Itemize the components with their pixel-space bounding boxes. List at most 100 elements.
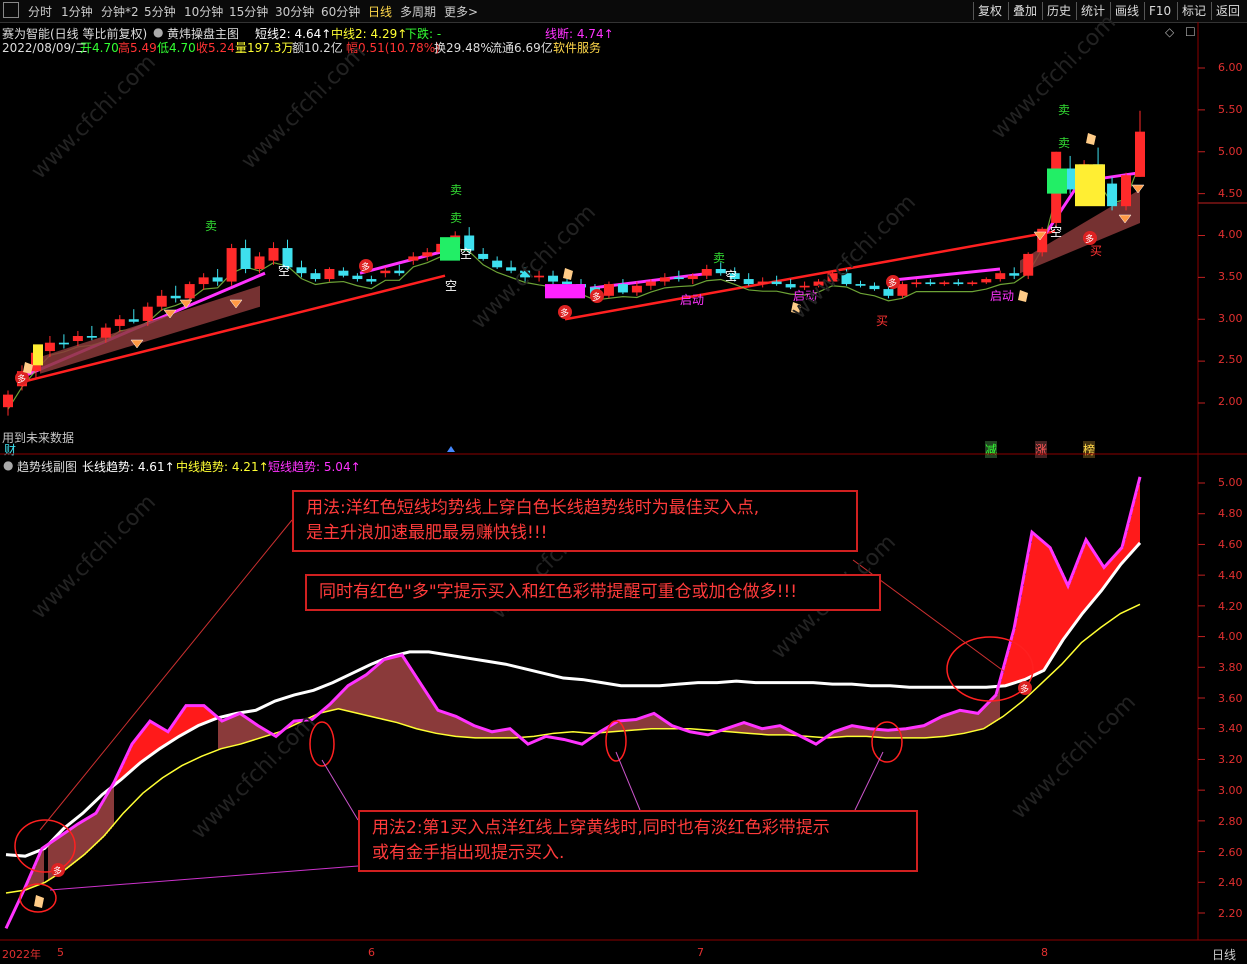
bull-band-fill <box>1042 540 1044 672</box>
light-band-fill <box>48 844 50 881</box>
light-band-fill <box>928 723 930 738</box>
candle-body <box>492 260 503 268</box>
light-band-fill <box>910 728 912 738</box>
chart-signal-label: 买 <box>1090 244 1102 258</box>
annotation-2-text: 同时有红色"多"字提示买入和红色彩带提醒可重仓或加仓做多!!! <box>319 582 798 602</box>
bull-band-fill <box>196 705 198 727</box>
light-band-fill <box>418 679 420 730</box>
bull-band-fill <box>1096 555 1098 598</box>
chart-signal-label: 卖 <box>1058 136 1070 150</box>
light-band-fill <box>962 710 964 734</box>
light-band-fill <box>628 720 630 731</box>
light-band-fill <box>916 727 918 738</box>
chart-signal-label: 卖 <box>1058 103 1070 117</box>
bull-band-fill <box>1014 628 1016 683</box>
annotation-box-3: 用法2:第1买入点洋红线上穿黄线时,同时也有淡红色彩带提示 或有金手指出现提示买… <box>358 810 918 872</box>
pointer-line <box>49 865 359 891</box>
light-band-fill <box>220 719 222 750</box>
candle-body <box>771 281 782 285</box>
candle-body <box>296 267 307 274</box>
light-band-fill <box>934 720 936 738</box>
candle-body <box>659 277 670 282</box>
bull-band-fill <box>1064 577 1066 639</box>
light-band-fill <box>108 792 110 832</box>
candle-body <box>953 282 964 285</box>
bull-band-fill <box>1008 650 1010 685</box>
light-band-fill <box>402 655 404 725</box>
candle-body <box>617 284 628 293</box>
light-band-fill <box>990 701 992 725</box>
light-band-fill <box>382 661 384 720</box>
annotation-box-1: 用法:洋红色短线均势线上穿白色长线趋势线时为最佳买入点, 是主升浪加速最肥最易赚… <box>292 490 858 552</box>
candle-body <box>324 269 335 280</box>
light-band-fill <box>50 843 52 880</box>
bull-band-fill <box>180 714 182 736</box>
light-band-fill <box>358 679 360 714</box>
bull-band-fill <box>198 705 200 726</box>
candle-body <box>408 256 419 261</box>
light-band-fill <box>936 719 938 738</box>
candle-body <box>939 282 950 285</box>
bull-band-fill <box>144 728 146 761</box>
chart-signal-label: 启动 <box>680 293 704 307</box>
highlight-circle <box>871 721 903 763</box>
light-band-fill <box>72 828 74 865</box>
light-band-fill <box>636 719 638 730</box>
candle-body <box>869 285 880 290</box>
bull-band-fill <box>1060 568 1062 645</box>
candle-body <box>548 275 559 282</box>
candle-body <box>184 284 195 299</box>
duo-marker-label: 多 <box>1085 233 1094 245</box>
light-band-fill <box>632 719 634 731</box>
candle-body <box>995 273 1006 280</box>
chart-signal-label: 空 <box>445 279 457 293</box>
bull-band-fill <box>1090 545 1092 605</box>
bull-band-fill <box>1010 643 1012 685</box>
light-band-fill <box>648 715 650 729</box>
light-band-fill <box>348 685 350 712</box>
light-band-fill <box>626 720 628 731</box>
light-band-fill <box>926 724 928 738</box>
bull-band-fill <box>1040 538 1042 673</box>
chart-signal-label: 空 <box>278 264 290 278</box>
light-band-fill <box>248 718 250 742</box>
light-band-fill <box>360 678 362 714</box>
bull-band-fill <box>1080 555 1082 617</box>
gold-finger-icon <box>34 895 44 908</box>
light-band-fill <box>960 710 962 734</box>
bull-band-fill <box>1020 596 1022 682</box>
bull-band-fill <box>1032 532 1034 677</box>
support-trend-line <box>21 274 446 384</box>
signal-candle-yellow <box>33 344 43 366</box>
light-band-fill <box>920 726 922 738</box>
light-band-fill <box>952 713 954 736</box>
light-band-fill <box>440 710 442 734</box>
light-band-fill <box>914 727 916 738</box>
bull-band-fill <box>134 741 136 769</box>
chart-signal-label: 空 <box>1050 225 1062 239</box>
light-band-fill <box>978 713 980 731</box>
candle-body <box>743 279 754 285</box>
bull-band-fill <box>158 725 160 750</box>
light-band-fill <box>998 687 1000 720</box>
candle-body <box>603 284 614 296</box>
chart-signal-label: 空 <box>460 247 472 261</box>
watermark-text: www.cfchi.com <box>1007 690 1141 824</box>
candle-body <box>268 248 279 261</box>
bull-band-fill <box>1046 544 1048 667</box>
light-band-fill <box>90 816 92 850</box>
bull-band-fill <box>1082 550 1084 614</box>
bull-band-fill <box>202 705 204 725</box>
bull-band-fill <box>148 723 150 758</box>
light-band-fill <box>442 711 444 735</box>
light-band-fill <box>406 661 408 726</box>
duo-marker-label: 多 <box>560 307 569 319</box>
light-band-fill <box>398 656 400 723</box>
light-band-fill <box>82 821 84 857</box>
candle-body <box>1023 253 1034 276</box>
light-band-fill <box>344 689 346 711</box>
candle-body <box>855 284 866 286</box>
candle-body <box>310 273 321 280</box>
bull-band-fill <box>132 744 134 771</box>
watermark-text: www.cfchi.com <box>987 10 1121 144</box>
